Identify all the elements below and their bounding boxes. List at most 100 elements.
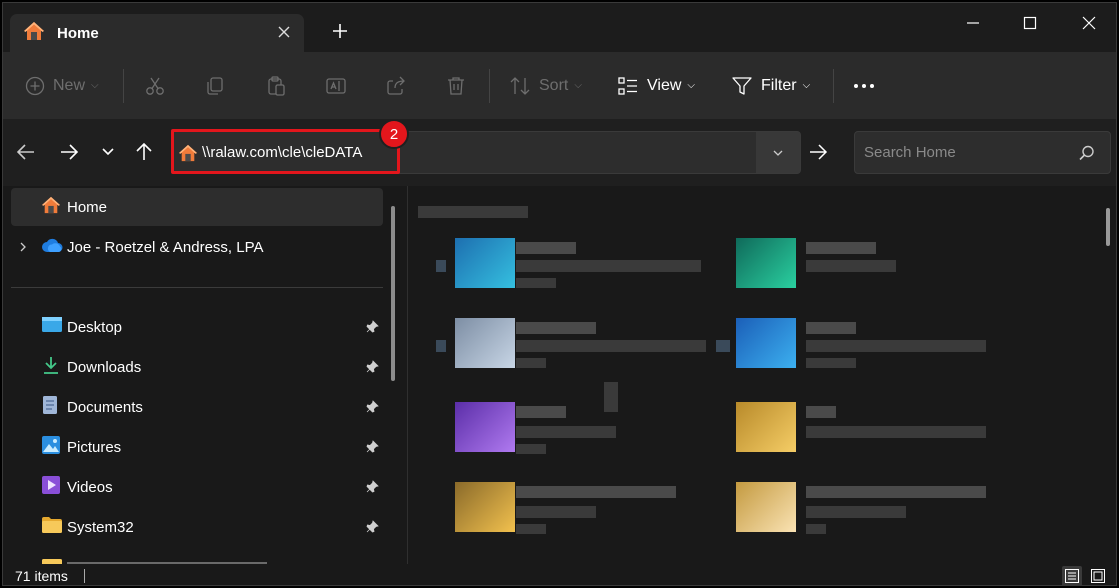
blurred-text: [516, 278, 556, 288]
new-tab-icon[interactable]: [331, 22, 349, 40]
pin-icon[interactable]: [366, 320, 379, 337]
sidebar-item-pictures[interactable]: Pictures: [11, 428, 383, 466]
status-bar: 71 items: [3, 564, 1116, 585]
address-history-button[interactable]: [756, 132, 800, 173]
search-input[interactable]: [855, 132, 1065, 173]
blurred-pin: [436, 260, 446, 272]
up-button[interactable]: [131, 139, 157, 165]
filter-button[interactable]: Filter ⌵: [731, 52, 810, 119]
command-bar: New ⌵ Sort ⌵ View ⌵ Filter ⌵: [3, 52, 1116, 119]
blurred-folder-tile[interactable]: [455, 482, 515, 532]
blurred-section-header: [418, 206, 528, 218]
go-button[interactable]: [805, 139, 831, 165]
cut-button[interactable]: [144, 52, 166, 119]
file-explorer-window: Home New ⌵ Sort ⌵ View ⌵ Filter ⌵ \\rala…: [2, 2, 1117, 586]
close-tab-icon[interactable]: [276, 24, 292, 40]
chevron-down-icon: ⌵: [574, 80, 582, 91]
sidebar-item-videos[interactable]: Videos: [11, 468, 383, 506]
content-scrollbar[interactable]: [1106, 208, 1110, 246]
blurred-text: [604, 382, 618, 412]
sidebar-item-home[interactable]: Home: [11, 188, 383, 226]
sidebar-item-label: Joe - Roetzel & Andress, LPA: [67, 238, 264, 256]
tiles-view-button[interactable]: [1088, 566, 1108, 585]
details-view-button[interactable]: [1062, 566, 1082, 585]
trash-icon: [448, 76, 464, 95]
blurred-folder-tile[interactable]: [455, 402, 515, 452]
blurred-text: [516, 426, 616, 438]
blurred-folder-tile[interactable]: [736, 402, 796, 452]
blurred-text: [516, 260, 701, 272]
sidebar-item-label: Home: [67, 198, 108, 216]
maximize-icon[interactable]: [1015, 11, 1045, 35]
sidebar-item-desktop[interactable]: Desktop: [11, 308, 383, 346]
search-icon[interactable]: [1078, 144, 1096, 167]
blurred-folder-tile[interactable]: [736, 482, 796, 532]
minimize-icon[interactable]: [958, 11, 988, 35]
sidebar-item-documents[interactable]: Documents: [11, 388, 383, 426]
new-label: New: [53, 76, 86, 94]
chevron-down-icon: [773, 150, 783, 156]
blurred-text: [806, 506, 906, 518]
sidebar-item-system32[interactable]: System32: [11, 508, 383, 546]
cut-icon: [146, 77, 164, 95]
navigation-pane: Home Joe - Roetzel & Andress, LPA Deskto…: [3, 186, 407, 568]
blurred-folder-tile[interactable]: [736, 238, 796, 288]
blurred-text: [516, 340, 706, 352]
chevron-down-icon: ⌵: [802, 80, 811, 91]
paste-button[interactable]: [265, 52, 287, 119]
rename-icon: [326, 77, 346, 94]
pin-icon[interactable]: [366, 480, 379, 497]
close-window-icon[interactable]: [1074, 11, 1104, 35]
blurred-pin: [716, 340, 730, 352]
delete-button[interactable]: [445, 52, 467, 119]
address-row: \\ralaw.com\cle\cleDATA 2: [3, 119, 1116, 186]
desktop-icon: [41, 316, 63, 338]
arrow-left-icon: [16, 144, 34, 160]
home-icon: [41, 196, 61, 218]
sidebar-item-downloads[interactable]: Downloads: [11, 348, 383, 386]
more-options-button[interactable]: [853, 52, 875, 119]
content-area: [408, 186, 1116, 564]
pin-icon[interactable]: [366, 400, 379, 417]
toolbar-divider: [489, 69, 490, 103]
blurred-folder-tile[interactable]: [455, 318, 515, 368]
blurred-text: [806, 322, 856, 334]
recent-locations-button[interactable]: [95, 139, 121, 165]
new-button[interactable]: New ⌵: [25, 52, 99, 119]
chevron-down-icon: ⌵: [91, 80, 99, 91]
back-button[interactable]: [13, 139, 39, 165]
chevron-right-icon[interactable]: [17, 240, 29, 257]
blurred-text: [806, 242, 876, 254]
more-icon: [854, 83, 874, 88]
view-button[interactable]: View ⌵: [617, 52, 695, 119]
blurred-folder-tile[interactable]: [736, 318, 796, 368]
pin-icon[interactable]: [366, 520, 379, 537]
sidebar-item-label: Documents: [67, 398, 143, 416]
paste-icon: [268, 75, 285, 96]
tab-title: Home: [57, 24, 99, 42]
blurred-text: [516, 444, 546, 454]
item-count: 71 items: [15, 568, 68, 584]
sort-icon: [510, 76, 530, 95]
details-view-icon: [1065, 569, 1079, 583]
blurred-text: [516, 486, 676, 498]
copy-button[interactable]: [204, 52, 226, 119]
blurred-text: [806, 426, 986, 438]
sidebar-item-label: Pictures: [67, 438, 122, 456]
blurred-folder-tile[interactable]: [455, 238, 515, 288]
filter-icon: [732, 76, 752, 95]
sidebar-scrollbar[interactable]: [391, 206, 395, 381]
pin-icon[interactable]: [366, 440, 379, 457]
tab-home[interactable]: Home: [10, 14, 304, 52]
share-button[interactable]: [385, 52, 407, 119]
blurred-text: [806, 524, 826, 534]
pin-icon[interactable]: [366, 360, 379, 377]
rename-button[interactable]: [325, 52, 347, 119]
sort-button[interactable]: Sort ⌵: [509, 52, 582, 119]
step-badge: 2: [379, 119, 409, 149]
arrow-right-icon: [61, 144, 79, 160]
forward-button[interactable]: [56, 139, 82, 165]
blurred-text: [516, 506, 596, 518]
download-icon: [41, 355, 61, 379]
sidebar-item-onedrive[interactable]: Joe - Roetzel & Andress, LPA: [11, 228, 383, 266]
